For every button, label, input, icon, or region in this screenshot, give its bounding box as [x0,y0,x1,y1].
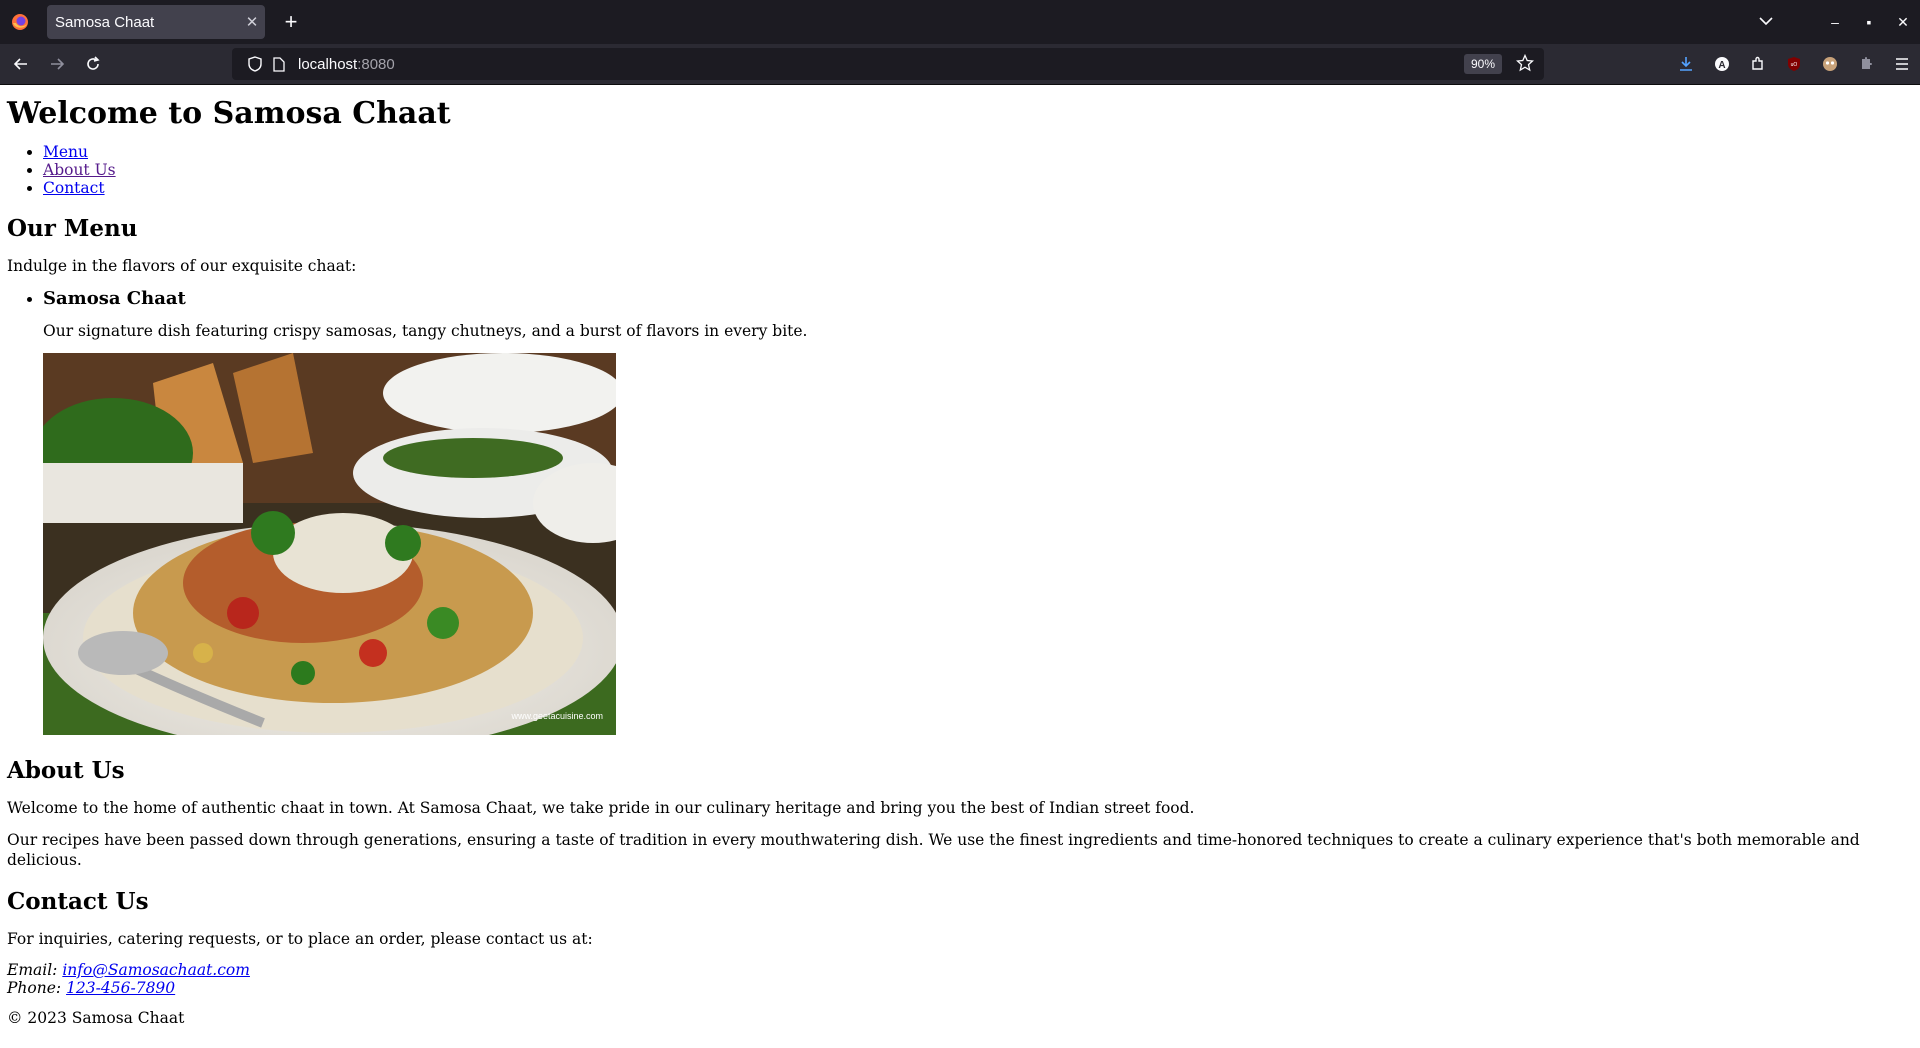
about-paragraph-1: Welcome to the home of authentic chaat i… [7,799,1195,817]
email-label: Email: [7,961,58,979]
downloads-icon[interactable] [1668,56,1704,72]
new-tab-button[interactable]: + [279,11,303,33]
menu-item-title: Samosa Chaat [43,288,186,309]
site-nav: Menu About Us Contact [7,143,1913,197]
page-content: Welcome to Samosa Chaat Menu About Us Co… [0,96,1920,1027]
reload-button[interactable] [78,56,108,72]
page-icon[interactable] [268,56,290,72]
zoom-level-button[interactable]: 90% [1463,54,1502,74]
close-window-icon[interactable]: ✕ [1886,14,1920,31]
shield-icon[interactable] [244,56,266,72]
tab-title: Samosa Chaat [55,13,155,31]
ublock-icon[interactable]: uO [1776,56,1812,72]
tab-list-icon[interactable] [1759,13,1773,31]
contact-details: Email: info@Samosachaat.com Phone: 123-4… [7,961,1913,997]
tab-bar: Samosa Chaat ✕ + – ▪ ✕ [0,0,1920,44]
about-heading: About Us [7,757,125,784]
menu-item-description: Our signature dish featuring crispy samo… [43,322,808,340]
close-tab-icon[interactable]: ✕ [239,13,265,31]
minimize-icon[interactable]: – [1818,14,1852,30]
account-icon[interactable]: A [1704,56,1740,72]
page-title: Welcome to Samosa Chaat [7,96,451,131]
nav-link-menu[interactable]: Menu [43,143,88,161]
about-paragraph-2: Our recipes have been passed down throug… [7,831,1860,869]
nav-item: About Us [43,161,1913,179]
menu-item: Samosa Chaat Our signature dish featurin… [43,288,1913,735]
phone-line: Phone: 123-456-7890 [7,979,1913,997]
nav-item: Menu [43,143,1913,161]
svg-text:A: A [1718,60,1725,71]
contact-intro: For inquiries, catering requests, or to … [7,930,593,948]
url-text[interactable]: localhost:8080 [298,56,395,73]
extensions-icon[interactable] [1740,56,1776,72]
image-watermark: www.geetacuisine.com [510,711,603,721]
nav-item: Contact [43,179,1913,197]
samosa-chaat-image: www.geetacuisine.com [43,353,616,735]
email-link[interactable]: info@Samosachaat.com [62,961,250,979]
nav-toolbar: localhost:8080 90% A uO [0,44,1920,85]
browser-tab[interactable]: Samosa Chaat ✕ [47,5,265,39]
nav-link-about[interactable]: About Us [43,161,116,179]
footer-copyright: © 2023 Samosa Chaat [7,1009,185,1027]
app-menu-icon[interactable] [1884,57,1920,71]
svg-text:uO: uO [1791,62,1798,68]
extension-avatar-icon[interactable] [1812,56,1848,72]
url-port: :8080 [357,55,395,73]
firefox-logo-icon[interactable] [0,13,40,31]
email-line: Email: info@Samosachaat.com [7,961,1913,979]
menu-heading: Our Menu [7,215,138,242]
contact-heading: Contact Us [7,888,149,915]
menu-list: Samosa Chaat Our signature dish featurin… [7,288,1913,735]
forward-button[interactable] [42,56,72,72]
url-host: localhost [298,55,358,73]
back-button[interactable] [6,56,36,72]
puzzle-extension-icon[interactable] [1848,56,1884,72]
phone-label: Phone: [7,979,62,997]
url-bar[interactable]: localhost:8080 90% [232,48,1544,80]
maximize-icon[interactable]: ▪ [1852,14,1886,30]
menu-intro: Indulge in the flavors of our exquisite … [7,257,357,275]
phone-link[interactable]: 123-456-7890 [66,979,175,997]
bookmark-star-icon[interactable] [1515,53,1535,77]
nav-link-contact[interactable]: Contact [43,179,105,197]
